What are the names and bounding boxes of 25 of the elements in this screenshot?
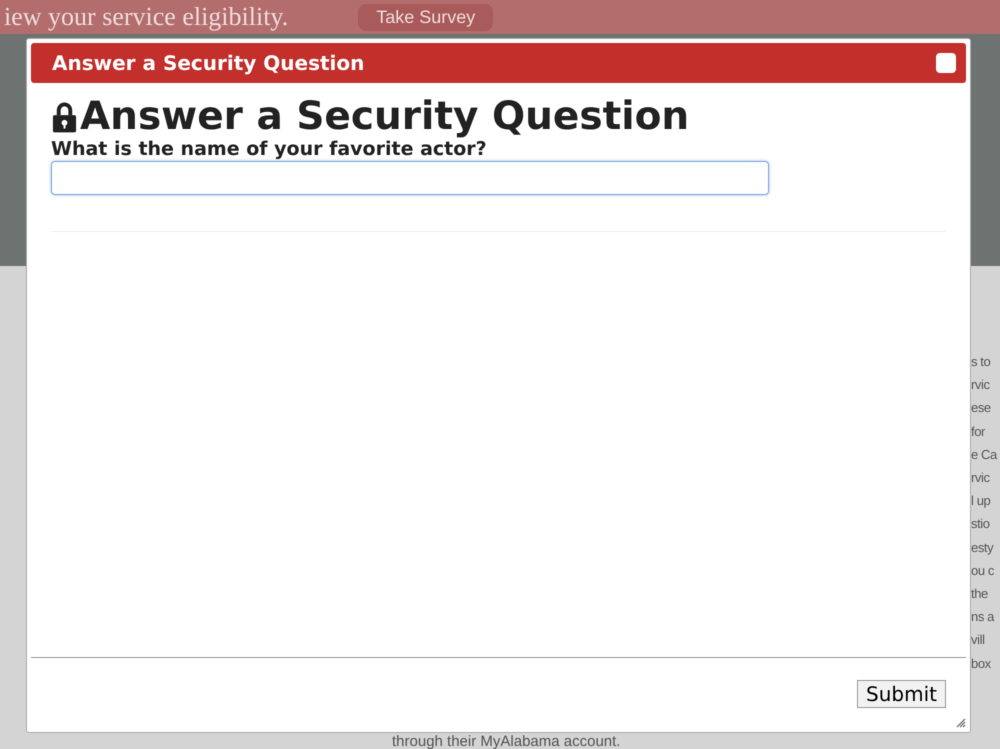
background-text: box: [971, 654, 992, 673]
banner-text: iew your service eligibility.: [4, 2, 288, 32]
background-text: rvic: [971, 376, 991, 394]
background-text: ou c: [971, 562, 995, 580]
dialog-heading: Answer a Security Question: [80, 95, 690, 139]
background-text: l up: [971, 492, 992, 510]
background-text: s to: [971, 353, 992, 371]
close-button[interactable]: [936, 53, 956, 73]
background-text: e Ca: [971, 446, 998, 464]
question-label: What is the name of your favorite actor?: [51, 139, 488, 159]
lock-icon: [51, 101, 78, 133]
take-survey-button[interactable]: Take Survey: [358, 4, 494, 30]
submit-button[interactable]: Submit: [857, 680, 946, 708]
background-text: ns a: [971, 608, 996, 626]
background-text: for: [971, 422, 986, 441]
footer-text: through their MyAlabama account.: [392, 733, 620, 749]
background-text: esty: [971, 538, 994, 557]
dialog-title: Answer a Security Question: [52, 51, 364, 75]
background-text: ese: [971, 399, 992, 418]
background-text: stio: [971, 515, 991, 534]
background-text: the: [971, 585, 989, 604]
background-text: rvic: [971, 469, 991, 488]
resize-grip-icon: [956, 718, 966, 728]
answer-field[interactable]: [51, 161, 769, 195]
background-text: vill: [971, 631, 986, 650]
